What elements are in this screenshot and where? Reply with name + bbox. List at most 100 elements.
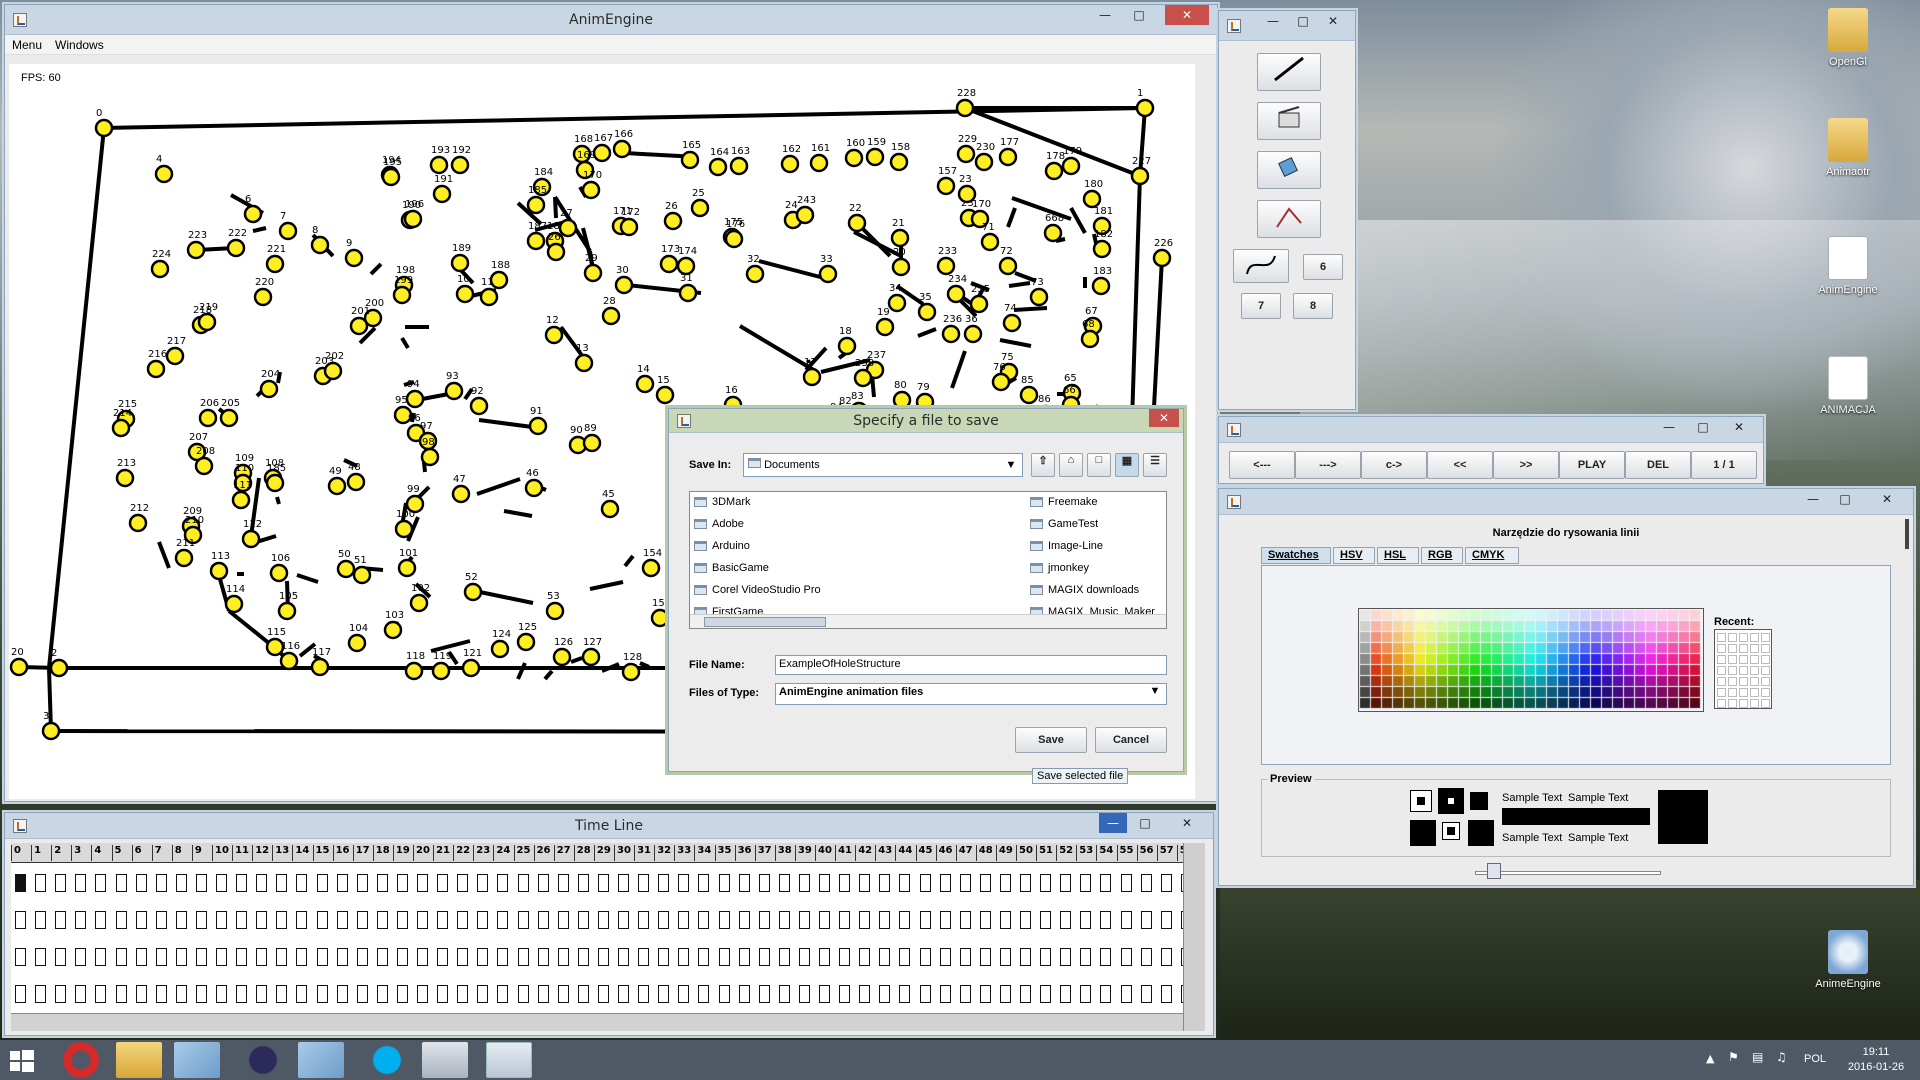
timeline-cell[interactable] — [839, 985, 851, 1003]
timeline-cell[interactable] — [638, 985, 650, 1003]
timeline-cell[interactable] — [256, 948, 268, 966]
file-list-item[interactable]: MAGIX downloads — [1030, 584, 1139, 596]
timeline-cell[interactable] — [1020, 874, 1031, 892]
graph-node[interactable] — [516, 632, 536, 652]
graph-node[interactable] — [404, 661, 424, 681]
timeline-cell[interactable] — [638, 948, 650, 966]
timeline-cell[interactable] — [1040, 948, 1052, 966]
close-button[interactable]: ✕ — [1873, 489, 1901, 509]
graph-node[interactable] — [243, 204, 263, 224]
timeline-cell[interactable] — [155, 911, 167, 929]
timeline-cell[interactable] — [1060, 911, 1072, 929]
timeline-cell[interactable] — [497, 985, 509, 1003]
timeline-cell[interactable] — [1080, 874, 1092, 892]
timeline-cell[interactable] — [457, 985, 469, 1003]
file-list-item[interactable]: Image-Line — [1030, 540, 1103, 552]
timeline-cell[interactable] — [718, 985, 730, 1003]
timeline-cell[interactable] — [658, 985, 670, 1003]
graph-node[interactable] — [1061, 156, 1081, 176]
graph-node[interactable] — [526, 195, 546, 215]
tab-hsv[interactable]: HSV — [1333, 547, 1375, 564]
graph-node[interactable] — [676, 256, 696, 276]
timeline-cell[interactable] — [1100, 948, 1112, 966]
timeline-cell[interactable] — [437, 985, 449, 1003]
graph-node[interactable] — [546, 242, 566, 262]
graph-node[interactable] — [463, 582, 483, 602]
recent-swatch[interactable] — [1728, 699, 1737, 708]
timeline-cell[interactable] — [1140, 985, 1152, 1003]
timeline-cell[interactable] — [477, 948, 489, 966]
timeline-cell[interactable] — [457, 911, 469, 929]
timeline-cell[interactable] — [939, 948, 951, 966]
timeline-cell[interactable] — [296, 948, 308, 966]
timeline-cell[interactable] — [819, 948, 830, 966]
recent-swatch[interactable] — [1761, 644, 1770, 653]
timeline-cell[interactable] — [175, 874, 187, 892]
graph-node[interactable] — [892, 390, 912, 410]
graph-node[interactable] — [344, 248, 364, 268]
graph-node[interactable] — [146, 359, 166, 379]
desktop-icon-animeengine[interactable]: AnimeEngine — [1808, 930, 1888, 990]
graph-node[interactable] — [490, 639, 510, 659]
playback-button[interactable]: ---> — [1295, 451, 1361, 479]
save-in-combo[interactable]: Documents ▼ — [743, 453, 1023, 477]
timeline-cell[interactable] — [658, 911, 670, 929]
timeline-cell[interactable] — [437, 874, 449, 892]
recent-swatch[interactable] — [1717, 655, 1726, 664]
graph-node[interactable] — [259, 379, 279, 399]
timeline-cell[interactable] — [798, 911, 810, 929]
timeline-cell[interactable] — [336, 985, 348, 1003]
graph-node[interactable] — [226, 238, 246, 258]
graph-node[interactable] — [592, 143, 612, 163]
timeline-cell[interactable] — [1080, 985, 1092, 1003]
graph-node[interactable] — [1080, 329, 1100, 349]
recent-swatch[interactable] — [1739, 699, 1748, 708]
graph-node[interactable] — [837, 336, 857, 356]
timeline-cell[interactable] — [1160, 948, 1172, 966]
timeline-cell[interactable] — [417, 874, 428, 892]
graph-node[interactable] — [641, 558, 661, 578]
timeline-cell[interactable] — [979, 948, 991, 966]
timeline-cell[interactable] — [597, 948, 609, 966]
graph-node[interactable] — [745, 264, 765, 284]
timeline-cell[interactable] — [155, 948, 167, 966]
timeline-cell[interactable] — [195, 985, 207, 1003]
graph-node[interactable] — [809, 153, 829, 173]
timeline-cell[interactable] — [537, 874, 549, 892]
timeline-cell[interactable] — [1020, 948, 1031, 966]
timeline-cell[interactable] — [959, 985, 971, 1003]
timeline-cell[interactable] — [437, 911, 449, 929]
timeline-cell[interactable] — [396, 948, 408, 966]
timeline-cell[interactable] — [1060, 948, 1072, 966]
graph-node[interactable] — [198, 408, 218, 428]
timeline-cell[interactable] — [1020, 911, 1031, 929]
timeline-cell[interactable] — [577, 874, 589, 892]
maximize-button[interactable]: □ — [1689, 417, 1717, 437]
graph-node[interactable] — [231, 490, 251, 510]
graph-node[interactable] — [397, 558, 417, 578]
graph-node[interactable] — [451, 484, 471, 504]
timeline-grid[interactable]: 0 1 2 3 4 5 6 7 8 9 10 11 12 13 14 15 16 17 18 19 20 21 22 23 24… — [11, 843, 1205, 1031]
timeline-cell[interactable] — [497, 874, 509, 892]
home-folder-button[interactable]: ⌂ — [1059, 453, 1083, 477]
timeline-cell[interactable] — [35, 911, 47, 929]
timeline-cell[interactable] — [135, 985, 147, 1003]
recent-swatch[interactable] — [1750, 688, 1759, 697]
timeline-cell[interactable] — [899, 874, 911, 892]
timeline-cell[interactable] — [55, 948, 67, 966]
timeline-cell[interactable] — [1040, 911, 1052, 929]
timeline-cell[interactable] — [537, 911, 549, 929]
timeline-cell[interactable] — [376, 911, 388, 929]
graph-node[interactable] — [583, 263, 603, 283]
timeline-cell[interactable] — [1080, 911, 1092, 929]
pen-tool-button[interactable] — [1257, 200, 1321, 238]
close-button[interactable]: ✕ — [1173, 813, 1201, 833]
timeline-cell[interactable] — [618, 948, 629, 966]
timeline-cell[interactable] — [115, 985, 127, 1003]
timeline-cell[interactable] — [35, 985, 47, 1003]
timeline-cell[interactable] — [175, 948, 187, 966]
graph-node[interactable] — [574, 353, 594, 373]
close-button[interactable]: ✕ — [1319, 11, 1347, 31]
graph-node[interactable] — [1092, 239, 1112, 259]
recent-swatch[interactable] — [1728, 688, 1737, 697]
